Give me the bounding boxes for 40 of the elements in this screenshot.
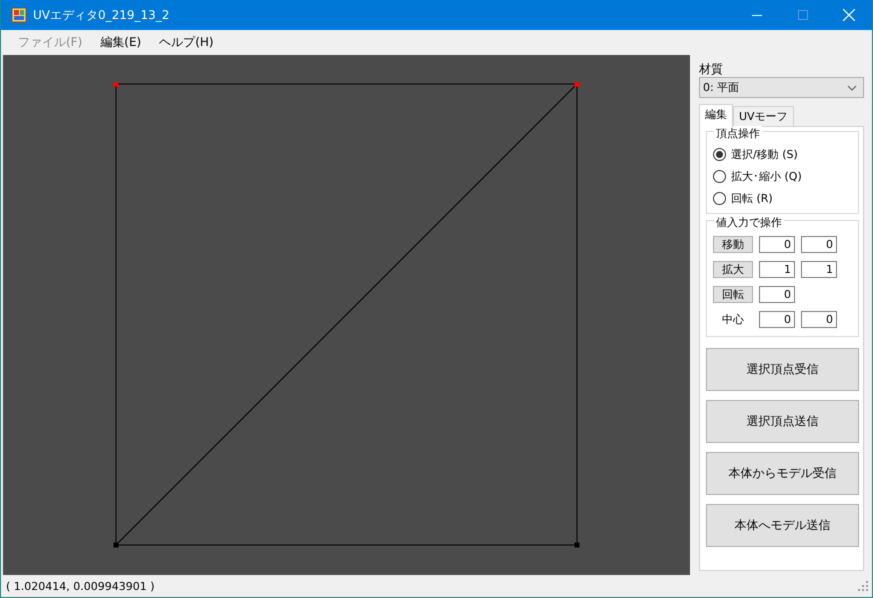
material-label: 材質 xyxy=(699,61,724,77)
radio-label: 選択/移動 (S) xyxy=(731,146,798,162)
number-field[interactable]: 0 xyxy=(801,311,837,328)
menu-item[interactable]: 編集(E) xyxy=(91,34,150,51)
action-button[interactable]: 選択頂点受信 xyxy=(706,348,859,391)
vertex-handle[interactable] xyxy=(574,82,580,86)
action-button[interactable]: 選択頂点送信 xyxy=(706,400,859,443)
caret-icon xyxy=(847,84,857,90)
close-icon[interactable] xyxy=(843,9,855,21)
number-field[interactable]: 0 xyxy=(801,236,837,253)
radio-button[interactable] xyxy=(713,170,726,182)
number-field[interactable]: 0 xyxy=(759,311,795,328)
maximize-icon[interactable] xyxy=(798,10,808,20)
action-button[interactable]: 移動 xyxy=(713,236,753,253)
number-field[interactable]: 0 xyxy=(759,236,795,253)
radio-label: 回転 (R) xyxy=(731,190,773,206)
status-text: ( 1.020414, 0.009943901 ) xyxy=(6,580,155,592)
radio-label: 拡大･縮小 (Q) xyxy=(731,168,802,184)
number-field[interactable]: 1 xyxy=(759,261,795,278)
field-label: 中心 xyxy=(721,312,745,327)
action-button[interactable]: 本体からモデル受信 xyxy=(706,452,859,495)
vertex-handle[interactable] xyxy=(574,542,580,548)
material-dropdown[interactable]: 0: 平面 xyxy=(699,77,864,98)
action-button[interactable]: 本体へモデル送信 xyxy=(706,504,859,547)
vertex-handle[interactable] xyxy=(114,542,118,548)
radio-button[interactable] xyxy=(713,192,726,204)
number-field[interactable]: 1 xyxy=(801,261,837,278)
group-title: 頂点操作 xyxy=(714,126,762,141)
window-title: UVエディタ0_219_13_2 xyxy=(33,6,170,24)
menu-item[interactable]: ヘルプ(H) xyxy=(150,34,223,51)
action-button[interactable]: 拡大 xyxy=(713,261,753,278)
app-icon xyxy=(11,7,27,23)
action-button[interactable]: 回転 xyxy=(713,286,753,303)
radio-button[interactable] xyxy=(713,148,726,160)
tab[interactable]: UVモーフ xyxy=(733,106,794,126)
tab[interactable]: 編集 xyxy=(699,104,733,127)
number-field[interactable]: 0 xyxy=(759,286,795,303)
vertex-handle[interactable] xyxy=(114,82,118,86)
group-title: 値入力で操作 xyxy=(714,215,784,230)
resize-grip-icon[interactable] xyxy=(858,581,868,591)
